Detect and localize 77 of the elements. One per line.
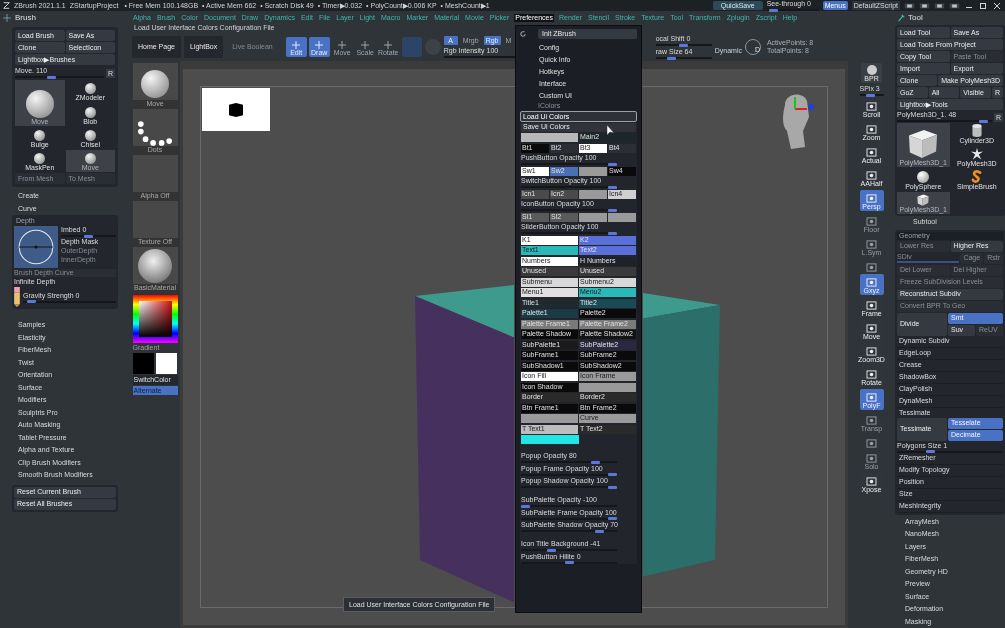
app-logo-icon bbox=[3, 2, 10, 9]
slider-thumb[interactable] bbox=[667, 56, 677, 60]
slider-thumb[interactable] bbox=[594, 529, 604, 533]
cube-silhouette-icon bbox=[229, 102, 243, 117]
color-swatch[interactable] bbox=[521, 133, 578, 142]
color-swatch[interactable] bbox=[579, 382, 636, 392]
cross-arrows-icon bbox=[384, 41, 393, 49]
slider-thumb[interactable] bbox=[608, 208, 617, 212]
view-tool-icon bbox=[866, 171, 877, 180]
color-swatch[interactable] bbox=[608, 212, 636, 222]
dots-stroke-icon bbox=[138, 121, 172, 146]
slider-thumb[interactable] bbox=[608, 162, 617, 166]
color-picker[interactable] bbox=[132, 295, 178, 343]
slider-thumb[interactable] bbox=[521, 504, 530, 508]
view-tool-icon bbox=[866, 477, 877, 486]
slider-thumb[interactable] bbox=[608, 231, 617, 235]
view-tool-icon bbox=[866, 301, 877, 310]
view-tool-icon bbox=[866, 217, 877, 226]
cube-icon bbox=[908, 129, 939, 159]
slider-thumb[interactable] bbox=[679, 43, 689, 47]
view-tool-icon bbox=[866, 439, 877, 448]
layout-prev-icon[interactable] bbox=[904, 1, 915, 10]
color-swatch[interactable] bbox=[579, 189, 607, 199]
slider-thumb[interactable] bbox=[608, 485, 617, 489]
view-tool-icon bbox=[866, 393, 877, 402]
move-arrows-icon bbox=[3, 14, 11, 22]
slider-thumb[interactable] bbox=[926, 450, 936, 453]
palette-title: Brush bbox=[15, 12, 36, 24]
brush-stroke-icon bbox=[971, 170, 983, 183]
palette-title: Tool bbox=[908, 12, 923, 24]
color-swatch[interactable] bbox=[579, 212, 607, 222]
mouse-cursor-icon bbox=[607, 125, 615, 137]
slider-thumb[interactable] bbox=[27, 300, 37, 303]
view-tool-icon bbox=[866, 347, 877, 356]
cylinder-icon bbox=[971, 124, 982, 137]
layout-next-icon[interactable] bbox=[919, 1, 930, 10]
cross-arrows-icon bbox=[338, 41, 347, 49]
maximize-icon[interactable] bbox=[978, 1, 988, 10]
slider-thumb[interactable] bbox=[608, 473, 617, 476]
slider-thumb[interactable] bbox=[46, 75, 56, 79]
eraser-icon bbox=[14, 287, 20, 307]
view-tool-icon bbox=[866, 194, 877, 203]
slider-thumb[interactable] bbox=[608, 517, 617, 520]
star-icon bbox=[970, 148, 983, 160]
color-swatch[interactable] bbox=[579, 166, 607, 176]
view-tool-icon bbox=[866, 416, 877, 425]
view-tool-icon bbox=[866, 454, 877, 463]
color-swatch[interactable] bbox=[521, 414, 578, 423]
close-icon[interactable] bbox=[992, 1, 1002, 10]
slider-thumb[interactable] bbox=[865, 93, 875, 97]
slider-thumb[interactable] bbox=[768, 8, 778, 12]
view-tool-icon bbox=[866, 263, 877, 272]
slider-thumb[interactable] bbox=[547, 548, 557, 552]
wrench-icon bbox=[897, 14, 905, 22]
palette-prev-icon[interactable] bbox=[934, 1, 945, 10]
depth-gauge-drawing[interactable] bbox=[14, 226, 58, 268]
cross-arrows-icon bbox=[361, 41, 370, 49]
view-tool-icon bbox=[866, 148, 877, 157]
slider-thumb[interactable] bbox=[84, 234, 93, 238]
slider-thumb[interactable] bbox=[564, 561, 574, 564]
color-swatch[interactable] bbox=[521, 435, 579, 444]
palette-next-icon[interactable] bbox=[949, 1, 960, 10]
cross-arrows-icon bbox=[315, 41, 324, 49]
refresh-icon[interactable] bbox=[520, 31, 526, 37]
view-tool-icon bbox=[866, 278, 877, 287]
cross-arrows-icon bbox=[292, 41, 301, 49]
slider-thumb[interactable] bbox=[978, 119, 988, 123]
view-tool-icon bbox=[866, 125, 877, 134]
main-color-swatch[interactable] bbox=[133, 353, 154, 374]
secondary-color-swatch[interactable] bbox=[156, 353, 177, 374]
view-tool-icon bbox=[866, 102, 877, 111]
slider-thumb[interactable] bbox=[608, 185, 617, 189]
cube-icon bbox=[917, 194, 930, 206]
view-tool-icon bbox=[866, 370, 877, 379]
slider-thumb[interactable] bbox=[590, 460, 600, 464]
view-tool-icon bbox=[866, 240, 877, 249]
view-tool-icon bbox=[866, 324, 877, 333]
